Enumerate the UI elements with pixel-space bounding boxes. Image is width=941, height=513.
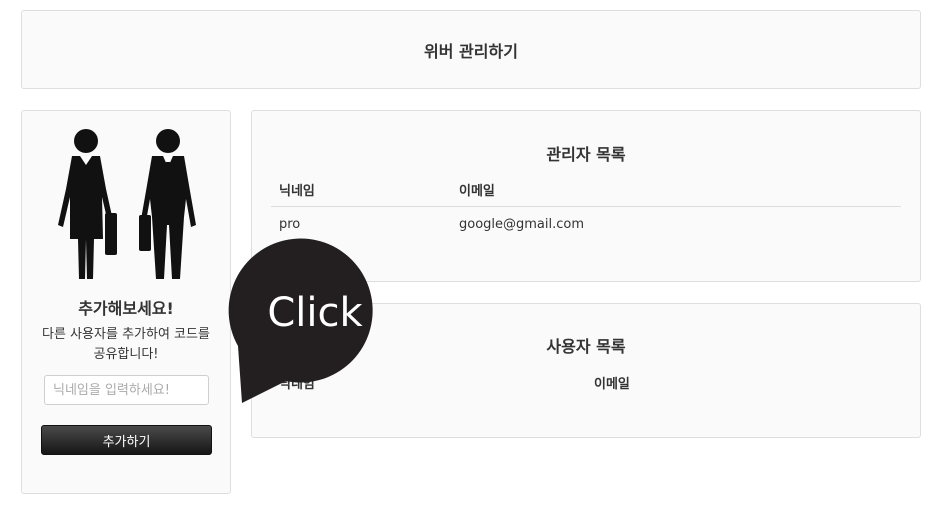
admin-column-email: 이메일 bbox=[459, 184, 495, 199]
callout-text: Click bbox=[267, 290, 363, 336]
admin-column-nickname: 닉네임 bbox=[279, 184, 315, 199]
click-callout: Click bbox=[228, 238, 373, 403]
page-title: 위버 관리하기 bbox=[424, 42, 518, 61]
admin-row-email: google@gmail.com bbox=[459, 217, 585, 232]
admin-table-divider bbox=[271, 206, 901, 207]
add-user-button[interactable]: 추가하기 bbox=[41, 425, 212, 455]
admin-row-nickname: pro bbox=[279, 217, 301, 232]
user-column-email: 이메일 bbox=[594, 377, 630, 392]
business-people-icon bbox=[58, 129, 196, 279]
header-card: 위버 관리하기 bbox=[21, 10, 921, 89]
admin-list-title: 관리자 목록 bbox=[546, 145, 626, 164]
